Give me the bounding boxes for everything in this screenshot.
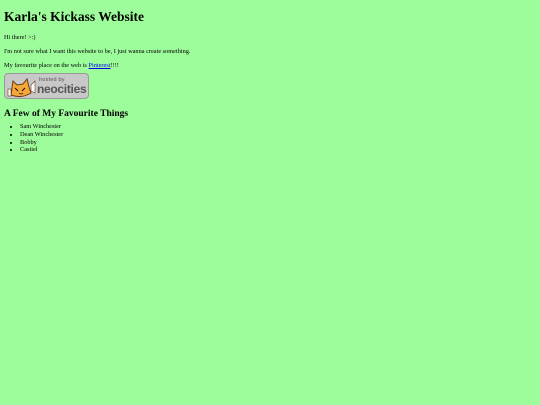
list-item: Sam Winchester [20, 123, 536, 131]
neocities-cat-icon [7, 77, 36, 98]
favourite-prefix: My favourite place on the web is [4, 62, 89, 69]
intro-text: I'm not sure what I want this website to… [4, 48, 191, 55]
list-item: Dean Winchester [20, 131, 536, 139]
list-item: Castiel [20, 146, 536, 154]
list-item: Bobby [20, 139, 536, 147]
page-content: Karla's Kickass Website Hi there! >:) I'… [0, 0, 540, 154]
favourite-place-text: My favourite place on the web is Pintere… [4, 62, 536, 70]
greeting-text: Hi there! >:) [4, 34, 36, 41]
favourites-heading: A Few of My Favourite Things [4, 109, 129, 119]
pinterest-link[interactable]: Pinterest [88, 62, 110, 69]
hosted-by-neocities-badge[interactable]: hosted by neocities [4, 73, 89, 99]
page-title: Karla's Kickass Website [4, 9, 145, 24]
favourite-suffix: !!!! [110, 62, 119, 69]
favourites-list: Sam Winchester Dean Winchester Bobby Cas… [4, 123, 536, 154]
badge-brand-label: neocities [37, 82, 87, 96]
